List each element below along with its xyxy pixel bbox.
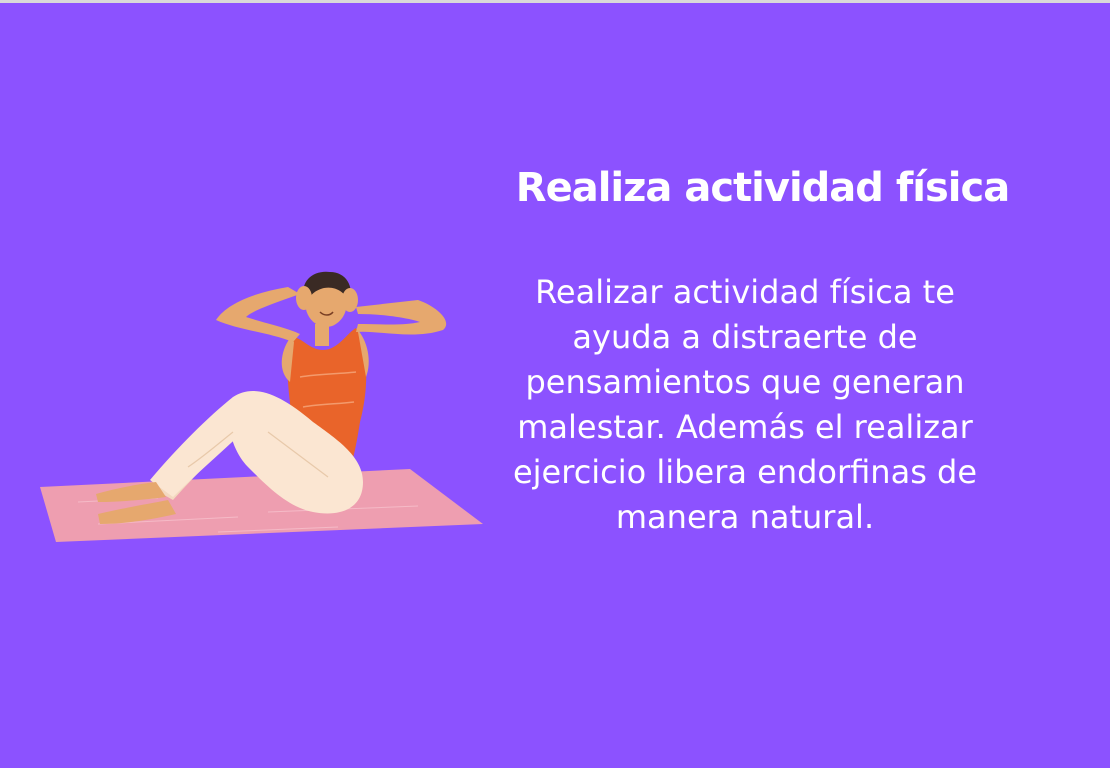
- body-line: ejercicio libera endorfinas de: [512, 453, 978, 491]
- body-line: ayuda a distraerte de: [572, 318, 918, 356]
- left-arm: [216, 287, 300, 342]
- body-line: pensamientos que generan: [525, 363, 965, 401]
- body-line: malestar. Además el realizar: [517, 408, 973, 446]
- body-line: manera natural.: [615, 498, 875, 536]
- top-border: [0, 0, 1110, 3]
- slide-title: Realiza actividad física: [515, 165, 1010, 211]
- hand-left: [296, 286, 312, 310]
- hand-right: [342, 288, 358, 312]
- woman-doing-situps-illustration: [40, 271, 483, 542]
- right-arm: [356, 300, 447, 335]
- body-line: Realizar actividad física te: [535, 273, 955, 311]
- neck: [315, 324, 329, 346]
- slide-body-text: Realizar actividad física te ayuda a dis…: [470, 270, 1020, 540]
